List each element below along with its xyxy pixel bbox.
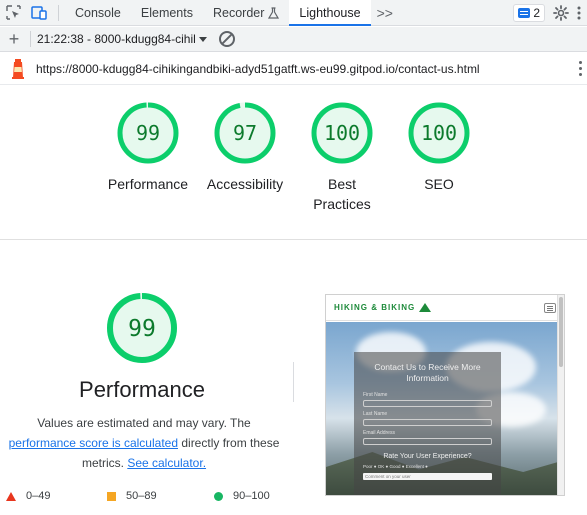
- thumb-email-label: Email Address: [363, 430, 395, 436]
- legend-label: 50–89: [126, 490, 157, 502]
- gauge-seo[interactable]: 100 SEO: [389, 100, 489, 194]
- thumb-first-name-label: First Name: [363, 392, 388, 398]
- gauge-accessibility[interactable]: 97 Accessibility: [195, 100, 295, 194]
- see-calculator-link[interactable]: See calculator.: [127, 456, 206, 470]
- toolbar-divider: [30, 31, 31, 47]
- legend-fail: 0–49: [6, 490, 50, 502]
- tab-lighthouse-label: Lighthouse: [299, 5, 361, 20]
- performance-title: Performance: [79, 377, 205, 402]
- more-options-icon[interactable]: [577, 6, 581, 20]
- devtools-tab-bar: Console Elements Recorder Lighthouse >> …: [0, 0, 587, 26]
- settings-gear-icon[interactable]: [553, 4, 569, 21]
- issues-badge[interactable]: 2: [513, 3, 545, 22]
- mountain-icon: [419, 303, 432, 312]
- gauge-score: 100: [324, 121, 360, 145]
- score-legend: 0–49 50–89 90–100: [0, 490, 292, 510]
- average-square-icon: [107, 491, 116, 501]
- audited-url-row: https://8000-kdugg84-cihikingandbiki-ady…: [0, 53, 587, 85]
- tab-lighthouse[interactable]: Lighthouse: [289, 0, 371, 26]
- legend-pass: 90–100: [214, 490, 270, 502]
- clear-reports-block-icon[interactable]: [219, 31, 235, 47]
- new-report-plus-icon[interactable]: +: [0, 29, 28, 49]
- hamburger-menu-icon: [544, 302, 556, 313]
- tab-recorder[interactable]: Recorder: [203, 0, 289, 26]
- thumb-scrollbar: [557, 295, 564, 495]
- thumb-rate-label: Rate Your User Experience?: [383, 453, 472, 460]
- score-gauges: 99 Performance 97 Accessibility 100 Best…: [0, 100, 587, 230]
- gauge-score: 100: [421, 121, 457, 145]
- gauge-ring-accessibility: 97: [214, 102, 276, 164]
- gauge-label: Accessibility: [206, 176, 284, 192]
- legend-label: 90–100: [233, 490, 270, 502]
- tab-console[interactable]: Console: [65, 0, 131, 26]
- thumb-comment-field: Comment on your user: [363, 473, 492, 480]
- performance-description: Values are estimated and may vary. The p…: [4, 413, 284, 473]
- fail-triangle-icon: [6, 491, 16, 501]
- section-divider: [0, 239, 587, 240]
- gauge-ring-seo: 100: [408, 102, 470, 164]
- report-select-dropdown[interactable]: 21:22:38 - 8000-kdugg84-cihik: [37, 32, 207, 46]
- more-tabs-chevron-icon[interactable]: >>: [371, 5, 399, 21]
- gauge-label: Best Practices: [313, 176, 371, 212]
- performance-big-score: 99: [128, 316, 156, 342]
- gauge-performance[interactable]: 99 Performance: [98, 100, 198, 194]
- toolbar-divider: [58, 4, 59, 21]
- thumb-email-field: [363, 438, 492, 445]
- legend-average: 50–89: [107, 490, 157, 502]
- pass-circle-icon: [214, 491, 223, 501]
- gauge-label: Performance: [107, 176, 189, 192]
- perf-desc-text: Values are estimated and may vary. The: [37, 416, 251, 430]
- report-select-value: 21:22:38 - 8000-kdugg84-cihik: [37, 32, 195, 46]
- score-calculated-link[interactable]: performance score is calculated: [9, 436, 178, 450]
- tab-console-label: Console: [75, 5, 121, 20]
- device-toolbar-icon[interactable]: [26, 0, 52, 26]
- issues-count: 2: [533, 5, 540, 20]
- lighthouse-logo-icon: [12, 58, 24, 79]
- thumb-radio-options: Poor ● OK ● Good ● Excellent ●: [363, 464, 428, 469]
- gauge-ring-best-practices: 100: [311, 102, 373, 164]
- flask-icon: [268, 6, 280, 19]
- gauge-score: 97: [233, 121, 257, 145]
- thumb-site-header: HIKING & BIKING: [326, 295, 564, 321]
- thumb-last-name-label: Last Name: [363, 411, 388, 417]
- gauge-label: SEO: [424, 176, 454, 192]
- vertical-divider: [293, 362, 294, 402]
- legend-label: 0–49: [26, 490, 51, 502]
- message-icon: [518, 7, 531, 18]
- report-menu-icon[interactable]: [579, 61, 583, 79]
- thumb-last-name-field: [363, 419, 492, 426]
- gauge-ring-performance: 99: [117, 102, 179, 164]
- thumb-brand: HIKING & BIKING: [334, 303, 416, 312]
- tab-recorder-label: Recorder: [212, 5, 265, 20]
- tab-elements[interactable]: Elements: [131, 0, 203, 26]
- thumb-form-title: Contact Us to Receive More Information: [374, 362, 481, 383]
- thumb-contact-form: Contact Us to Receive More Information F…: [354, 352, 501, 495]
- inspect-element-icon[interactable]: [0, 0, 26, 26]
- thumb-first-name-field: [363, 400, 492, 407]
- final-screenshot-thumbnail[interactable]: HIKING & BIKING Contact Us to Receive Mo…: [325, 294, 565, 496]
- gauge-best-practices[interactable]: 100 Best Practices: [292, 100, 392, 214]
- tab-elements-label: Elements: [140, 5, 193, 20]
- performance-big-gauge: 99: [107, 293, 177, 363]
- gauge-score: 99: [136, 121, 160, 145]
- audited-url: https://8000-kdugg84-cihikingandbiki-ady…: [36, 61, 480, 76]
- report-toolbar: + 21:22:38 - 8000-kdugg84-cihik: [0, 27, 587, 52]
- chevron-down-icon: [199, 36, 207, 42]
